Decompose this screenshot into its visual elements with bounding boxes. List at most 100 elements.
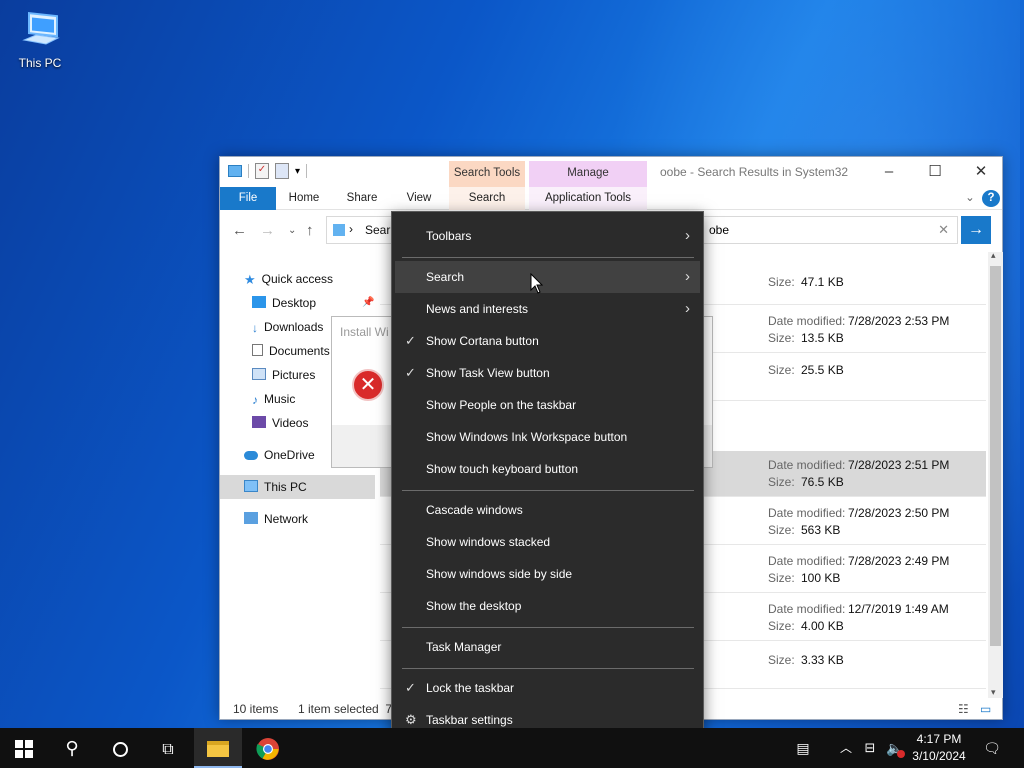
minimize-button[interactable]: – [866, 159, 912, 185]
context-tab-manage: Manage [529, 161, 647, 187]
music-note-icon: ♪ [252, 393, 258, 407]
menu-item-lock-taskbar[interactable]: ✓ Lock the taskbar [395, 672, 700, 704]
clear-search-icon[interactable]: ✕ [938, 222, 949, 238]
close-button[interactable]: ✕ [958, 159, 1004, 185]
menu-item-windows-side-by-side[interactable]: Show windows side by side [395, 558, 700, 590]
menu-item-show-touch-keyboard[interactable]: Show touch keyboard button [395, 453, 700, 485]
item-count: 10 items [233, 702, 279, 716]
monitor-icon [244, 480, 258, 492]
taskbar-chrome[interactable] [244, 728, 292, 768]
expand-ribbon-icon[interactable]: ⌄ [960, 187, 980, 210]
divider [248, 164, 249, 178]
tab-share[interactable]: Share [340, 187, 384, 210]
breadcrumb-separator-icon: › [349, 222, 353, 236]
folder-icon [228, 165, 242, 177]
chevron-right-icon: › [685, 268, 690, 285]
context-tab-search-tools: Search Tools [449, 161, 525, 187]
menu-item-toolbars[interactable]: Toolbars › [395, 220, 700, 252]
cortana-circle-icon [112, 741, 128, 757]
forward-arrow-icon[interactable]: → [260, 222, 275, 239]
network-icon [244, 512, 258, 524]
menu-separator [402, 257, 694, 258]
window-title: oobe - Search Results in System32 [660, 165, 849, 179]
clock-time: 4:17 PM [916, 732, 962, 746]
search-input[interactable]: obe ✕ [700, 216, 958, 244]
title-bar: ✓ ▾ Search Tools Manage oobe - Search Re… [220, 157, 1002, 187]
download-arrow-icon: ↓ [252, 321, 258, 335]
tab-application-tools[interactable]: Application Tools [529, 187, 647, 210]
pin-icon: 📌 [362, 297, 375, 308]
menu-separator [402, 668, 694, 669]
divider [306, 164, 308, 178]
properties-icon[interactable]: ✓ [255, 163, 269, 179]
up-arrow-icon[interactable]: ↑ [306, 222, 314, 239]
computer-icon [22, 12, 60, 45]
sidebar-item-network[interactable]: Network [220, 507, 380, 531]
sidebar-item-quick-access[interactable]: ★ Quick access [220, 267, 380, 291]
checkmark-icon: ✓ [405, 365, 416, 380]
video-icon [252, 416, 266, 428]
tab-file[interactable]: File [220, 187, 276, 210]
new-folder-icon[interactable] [275, 163, 289, 179]
menu-item-search[interactable]: Search › [395, 261, 700, 293]
address-text: Sear [365, 223, 391, 237]
windows-logo-icon [15, 740, 33, 759]
mouse-cursor-icon [530, 273, 544, 294]
large-icons-view-icon[interactable]: ▭ [980, 702, 991, 716]
recent-locations-icon[interactable]: ⌄ [288, 225, 296, 236]
search-button[interactable]: ⚲ [48, 728, 96, 768]
cortana-button[interactable] [96, 728, 144, 768]
menu-item-news-and-interests[interactable]: News and interests › [395, 293, 700, 325]
ribbon-tabs: File Home Share View Search Application … [220, 187, 1002, 210]
menu-item-show-desktop[interactable]: Show the desktop [395, 590, 700, 622]
menu-item-show-ink-workspace[interactable]: Show Windows Ink Workspace button [395, 421, 700, 453]
notifications-icon[interactable]: 🗨 [980, 728, 1004, 768]
desktop-icon-label: This PC [18, 56, 62, 70]
system-clock[interactable]: 4:17 PM 3/10/2024 [906, 731, 972, 765]
back-arrow-icon[interactable]: ← [232, 222, 247, 239]
news-widget-icon[interactable]: ▤ [788, 728, 818, 768]
task-view-button[interactable]: ⧉ [144, 728, 192, 768]
tab-home[interactable]: Home [282, 187, 326, 210]
network-icon[interactable]: ⊟ [860, 728, 880, 768]
taskbar-context-menu: Toolbars › Search › News and interests › ✓ S… [391, 211, 704, 744]
quick-access-toolbar: ✓ ▾ [228, 163, 308, 179]
desktop-folder-icon [252, 296, 266, 308]
scrollbar-thumb[interactable] [990, 266, 1001, 646]
menu-item-show-people[interactable]: Show People on the taskbar [395, 389, 700, 421]
sidebar-item-this-pc[interactable]: This PC [220, 475, 375, 499]
checkmark-icon: ✓ [405, 680, 416, 695]
muted-badge [897, 750, 905, 758]
menu-separator [402, 490, 694, 491]
volume-muted-icon[interactable]: 🔈 [884, 728, 906, 768]
menu-separator [402, 627, 694, 628]
dialog-title: Install Wi [340, 325, 389, 339]
menu-item-task-manager[interactable]: Task Manager [395, 631, 700, 663]
selection-info: 1 item selected 76 [298, 702, 399, 716]
chrome-icon [256, 738, 279, 761]
clock-date: 3/10/2024 [912, 749, 966, 763]
search-go-button[interactable]: → [961, 216, 991, 244]
sidebar-item-desktop[interactable]: Desktop 📌 [220, 291, 380, 315]
menu-item-windows-stacked[interactable]: Show windows stacked [395, 526, 700, 558]
show-hidden-icons-chevron[interactable]: ︿ [838, 728, 854, 768]
menu-item-show-task-view-button[interactable]: ✓ Show Task View button [395, 357, 700, 389]
menu-item-cascade-windows[interactable]: Cascade windows [395, 494, 700, 526]
tab-search[interactable]: Search [449, 187, 525, 210]
desktop-icon-this-pc[interactable]: This PC [12, 8, 68, 70]
vertical-scrollbar[interactable]: ▴ ▾ [988, 250, 1003, 698]
chevron-right-icon: › [685, 227, 690, 244]
start-button[interactable] [0, 728, 48, 768]
taskbar-file-explorer[interactable] [194, 728, 242, 768]
help-icon[interactable]: ? [982, 190, 1000, 207]
tab-view[interactable]: View [398, 187, 440, 210]
details-view-icon[interactable]: ☷ [958, 702, 969, 716]
maximize-button[interactable]: ☐ [912, 159, 958, 185]
scroll-down-icon[interactable]: ▾ [991, 687, 996, 698]
menu-item-show-cortana-button[interactable]: ✓ Show Cortana button [395, 325, 700, 357]
chevron-down-icon[interactable]: ▾ [295, 166, 300, 177]
task-view-icon: ⧉ [162, 741, 174, 758]
scroll-up-icon[interactable]: ▴ [991, 250, 996, 261]
taskbar: ⚲ ⧉ ▤ ︿ ⊟ 🔈 4:17 PM 3/10/2024 🗨 [0, 728, 1024, 768]
folder-icon [207, 741, 229, 758]
